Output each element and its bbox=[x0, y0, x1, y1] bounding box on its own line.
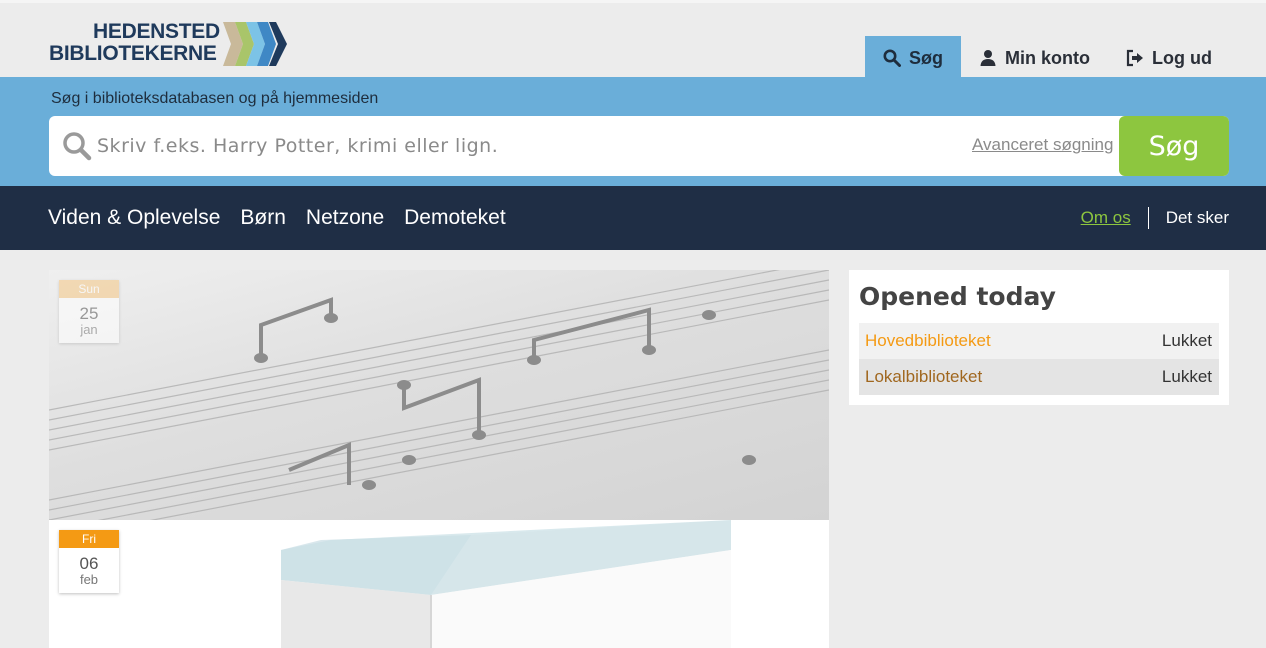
advanced-search-link[interactable]: Avanceret søgning bbox=[972, 135, 1113, 155]
opening-hours-widget: Opened today Hovedbiblioteket Lukket Lok… bbox=[849, 270, 1229, 405]
event-day: Fri bbox=[59, 530, 119, 548]
logo-line-2: BIBLIOTEKERNE bbox=[49, 42, 217, 65]
topnav-my-account[interactable]: Min konto bbox=[961, 36, 1108, 80]
top-navigation: Søg Min konto Log ud bbox=[865, 36, 1230, 80]
logo-text: HEDENSTED BIBLIOTEKERNE bbox=[49, 21, 220, 65]
logo-line-1: HEDENSTED bbox=[93, 20, 220, 43]
event-card[interactable]: Sun 25 jan bbox=[49, 270, 829, 520]
event-date-badge: Fri 06 feb bbox=[59, 530, 119, 593]
topnav-search[interactable]: Søg bbox=[865, 36, 962, 80]
user-icon bbox=[980, 50, 996, 66]
library-name-link[interactable]: Hovedbiblioteket bbox=[865, 331, 991, 351]
event-month: jan bbox=[80, 322, 98, 337]
nav-item-om-os[interactable]: Om os bbox=[1081, 208, 1131, 228]
search-box: Avanceret søgning Søg bbox=[49, 116, 1229, 176]
event-date: 25 bbox=[79, 304, 99, 323]
site-logo[interactable]: HEDENSTED BIBLIOTEKERNE bbox=[49, 21, 299, 69]
nav-separator bbox=[1147, 207, 1149, 229]
search-icon bbox=[63, 132, 92, 161]
topnav-my-account-label: Min konto bbox=[1005, 47, 1091, 68]
nav-item-demoteket[interactable]: Demoteket bbox=[404, 206, 506, 230]
secondary-nav: Om os Det sker bbox=[1081, 186, 1229, 250]
event-card[interactable]: Fri 06 feb bbox=[49, 520, 829, 648]
search-button[interactable]: Søg bbox=[1119, 116, 1229, 176]
event-date: 06 bbox=[79, 554, 99, 573]
nav-item-born[interactable]: Børn bbox=[240, 206, 286, 230]
search-icon bbox=[883, 49, 902, 67]
opening-hours-title: Opened today bbox=[859, 282, 1056, 311]
topnav-logout-label: Log ud bbox=[1152, 47, 1212, 68]
main-navigation: Viden & Oplevelse Børn Netzone Demoteket… bbox=[0, 186, 1266, 250]
search-band: Søg i biblioteksdatabasen og på hjemmesi… bbox=[0, 77, 1266, 186]
nav-item-netzone[interactable]: Netzone bbox=[306, 206, 384, 230]
main-nav-items: Viden & Oplevelse Børn Netzone Demoteket bbox=[48, 186, 506, 250]
opening-hours-row: Lokalbiblioteket Lukket bbox=[859, 359, 1219, 395]
topnav-logout[interactable]: Log ud bbox=[1108, 36, 1230, 80]
event-date-badge: Sun 25 jan bbox=[59, 280, 119, 343]
library-status: Lukket bbox=[1161, 367, 1212, 386]
site-header: HEDENSTED BIBLIOTEKERNE Søg Min konto Lo… bbox=[0, 0, 1266, 80]
search-input[interactable] bbox=[97, 130, 957, 162]
opening-hours-row: Hovedbiblioteket Lukket bbox=[859, 323, 1219, 359]
sheet-music-image bbox=[49, 270, 829, 520]
logout-icon bbox=[1126, 49, 1144, 67]
event-day: Sun bbox=[59, 280, 119, 298]
logo-chevrons-icon bbox=[223, 22, 287, 66]
event-month: feb bbox=[79, 572, 99, 587]
nav-item-det-sker[interactable]: Det sker bbox=[1166, 208, 1229, 228]
search-title: Søg i biblioteksdatabasen og på hjemmesi… bbox=[51, 90, 379, 107]
topnav-search-label: Søg bbox=[909, 47, 944, 68]
device-image bbox=[281, 520, 731, 648]
library-name-link[interactable]: Lokalbiblioteket bbox=[865, 367, 982, 387]
nav-item-viden-oplevelse[interactable]: Viden & Oplevelse bbox=[48, 206, 220, 230]
library-status: Lukket bbox=[1161, 331, 1212, 350]
